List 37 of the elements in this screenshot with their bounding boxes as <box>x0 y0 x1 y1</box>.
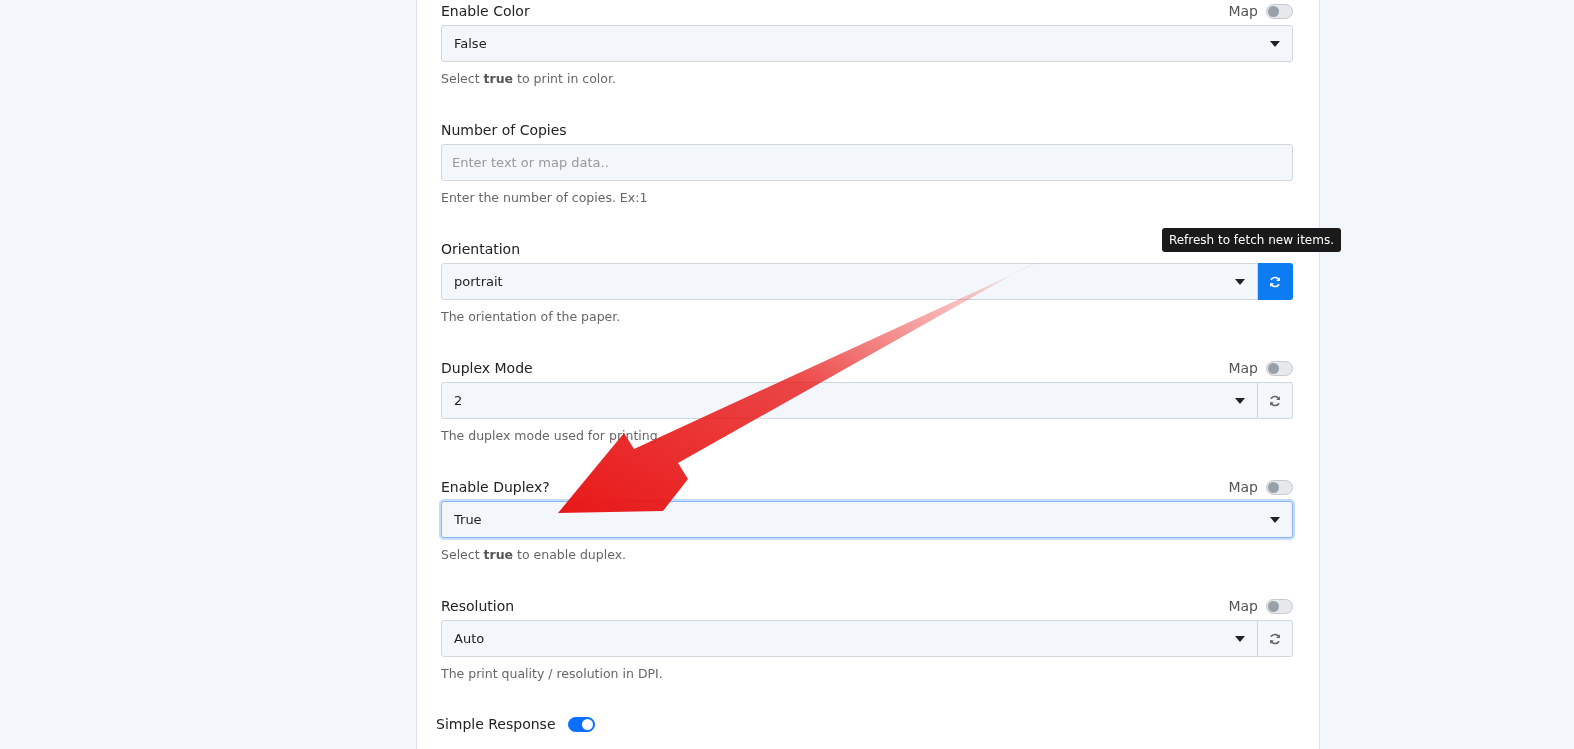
select-field[interactable]: 2 <box>441 382 1258 419</box>
map-toggle[interactable] <box>1266 479 1293 495</box>
input-field[interactable]: Enter text or map data.. <box>441 144 1293 181</box>
select-field[interactable]: portrait <box>441 263 1258 300</box>
map-toggle[interactable] <box>1266 3 1293 19</box>
map-toggle[interactable] <box>1266 360 1293 376</box>
simple-response-label: Simple Response <box>436 716 556 732</box>
map-toggle[interactable] <box>1266 598 1293 614</box>
caret-icon <box>1235 397 1245 404</box>
field-label: Number of Copies <box>441 122 567 138</box>
refresh-icon <box>1269 394 1281 407</box>
select-field[interactable]: True <box>441 501 1293 538</box>
map-label: Map <box>1228 360 1258 376</box>
help-text: The print quality / resolution in DPI. <box>441 666 664 681</box>
caret-icon <box>1270 40 1280 47</box>
help-text: Enter the number of copies. Ex:1 <box>441 190 649 205</box>
caret-icon <box>1235 278 1245 285</box>
caret-icon <box>1270 516 1280 523</box>
select-field[interactable]: False <box>441 25 1293 62</box>
field-label: Orientation <box>441 241 521 257</box>
field-label: Enable Duplex? <box>441 479 550 495</box>
tooltip: Refresh to fetch new items. <box>1161 228 1341 252</box>
refresh-icon <box>1269 275 1281 288</box>
map-label: Map <box>1228 3 1258 19</box>
simple-response-toggle[interactable] <box>567 716 595 732</box>
refresh-button[interactable] <box>1258 263 1293 300</box>
help-text: The orientation of the paper. <box>441 309 622 324</box>
select-field[interactable]: Auto <box>441 620 1258 657</box>
refresh-icon <box>1269 632 1281 645</box>
map-label: Map <box>1228 598 1258 614</box>
field-label: Enable Color <box>441 3 530 19</box>
field-label: Resolution <box>441 598 515 614</box>
map-label: Map <box>1228 479 1258 495</box>
field-label: Duplex Mode <box>441 360 533 376</box>
caret-icon <box>1235 635 1245 642</box>
help-text: Select true to enable duplex. <box>441 547 628 562</box>
help-text: Select true to print in color. <box>441 71 617 86</box>
